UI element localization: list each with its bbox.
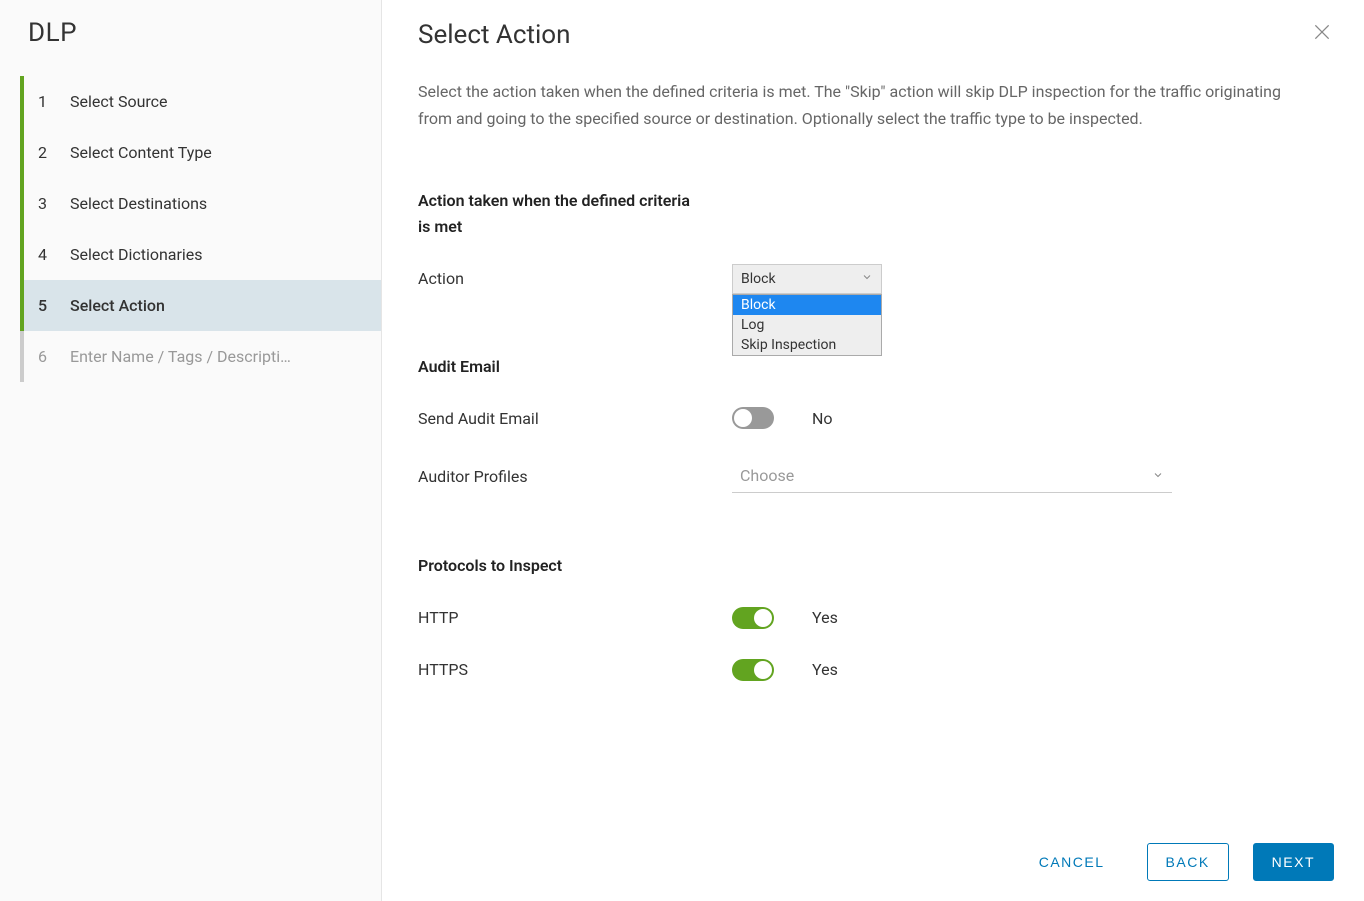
toggle-knob [754, 661, 772, 679]
step-label: Select Dictionaries [70, 245, 203, 264]
page-title: Select Action [418, 20, 1328, 50]
close-button[interactable] [1312, 22, 1336, 46]
step-number: 5 [38, 296, 62, 315]
action-option-skip-inspection[interactable]: Skip Inspection [733, 335, 881, 355]
cancel-button[interactable]: CANCEL [1021, 844, 1123, 880]
send-audit-email-value: No [812, 409, 833, 428]
auditor-profiles-label: Auditor Profiles [418, 467, 732, 486]
toggle-knob [754, 609, 772, 627]
step-select-content-type[interactable]: 2 Select Content Type [20, 127, 381, 178]
action-selected-value: Block [741, 271, 776, 287]
main-panel: Select Action Select the action taken wh… [382, 0, 1364, 901]
http-label: HTTP [418, 608, 732, 627]
action-select-wrapper: Block Block Log Skip Inspection [732, 264, 882, 294]
back-button[interactable]: BACK [1147, 843, 1229, 881]
protocols-section-header: Protocols to Inspect [418, 553, 818, 579]
action-row: Action Block Block Log Skip Inspection [418, 264, 1328, 294]
audit-section-header: Audit Email [418, 354, 818, 380]
action-option-log[interactable]: Log [733, 315, 881, 335]
step-label: Select Source [70, 92, 168, 111]
step-number: 3 [38, 194, 62, 213]
auditor-profiles-row: Auditor Profiles Choose [418, 459, 1328, 493]
step-select-destinations[interactable]: 3 Select Destinations [20, 178, 381, 229]
action-select[interactable]: Block [732, 264, 882, 294]
http-row: HTTP Yes [418, 607, 1328, 629]
chevron-down-icon [861, 271, 873, 287]
send-audit-email-label: Send Audit Email [418, 409, 732, 428]
http-toggle[interactable] [732, 607, 774, 629]
sidebar-title: DLP [0, 18, 381, 76]
step-select-dictionaries[interactable]: 4 Select Dictionaries [20, 229, 381, 280]
auditor-profiles-select[interactable]: Choose [732, 459, 1172, 493]
https-label: HTTPS [418, 660, 732, 679]
chevron-down-icon [1152, 466, 1164, 485]
action-dropdown: Block Log Skip Inspection [732, 294, 882, 356]
action-option-block[interactable]: Block [733, 295, 881, 315]
http-value: Yes [812, 608, 838, 627]
auditor-profiles-placeholder: Choose [740, 466, 794, 485]
action-section-header: Action taken when the defined criteria i… [418, 188, 698, 239]
step-label: Select Destinations [70, 194, 207, 213]
toggle-knob [734, 409, 752, 427]
stepper: 1 Select Source 2 Select Content Type 3 … [0, 76, 381, 382]
step-select-action[interactable]: 5 Select Action [20, 280, 381, 331]
footer: CANCEL BACK NEXT [1021, 843, 1334, 881]
sidebar: DLP 1 Select Source 2 Select Content Typ… [0, 0, 382, 901]
send-audit-email-toggle[interactable] [732, 407, 774, 429]
page-description: Select the action taken when the defined… [418, 78, 1318, 132]
step-label: Enter Name / Tags / Descripti… [70, 347, 291, 366]
step-enter-name-tags[interactable]: 6 Enter Name / Tags / Descripti… [20, 331, 381, 382]
step-number: 6 [38, 347, 62, 366]
next-button[interactable]: NEXT [1253, 843, 1334, 881]
send-audit-email-row: Send Audit Email No [418, 407, 1328, 429]
https-value: Yes [812, 660, 838, 679]
step-number: 2 [38, 143, 62, 162]
close-icon [1312, 27, 1332, 46]
step-number: 4 [38, 245, 62, 264]
step-select-source[interactable]: 1 Select Source [20, 76, 381, 127]
step-label: Select Content Type [70, 143, 212, 162]
https-row: HTTPS Yes [418, 659, 1328, 681]
step-label: Select Action [70, 296, 165, 315]
https-toggle[interactable] [732, 659, 774, 681]
action-label: Action [418, 269, 732, 288]
step-number: 1 [38, 92, 62, 111]
